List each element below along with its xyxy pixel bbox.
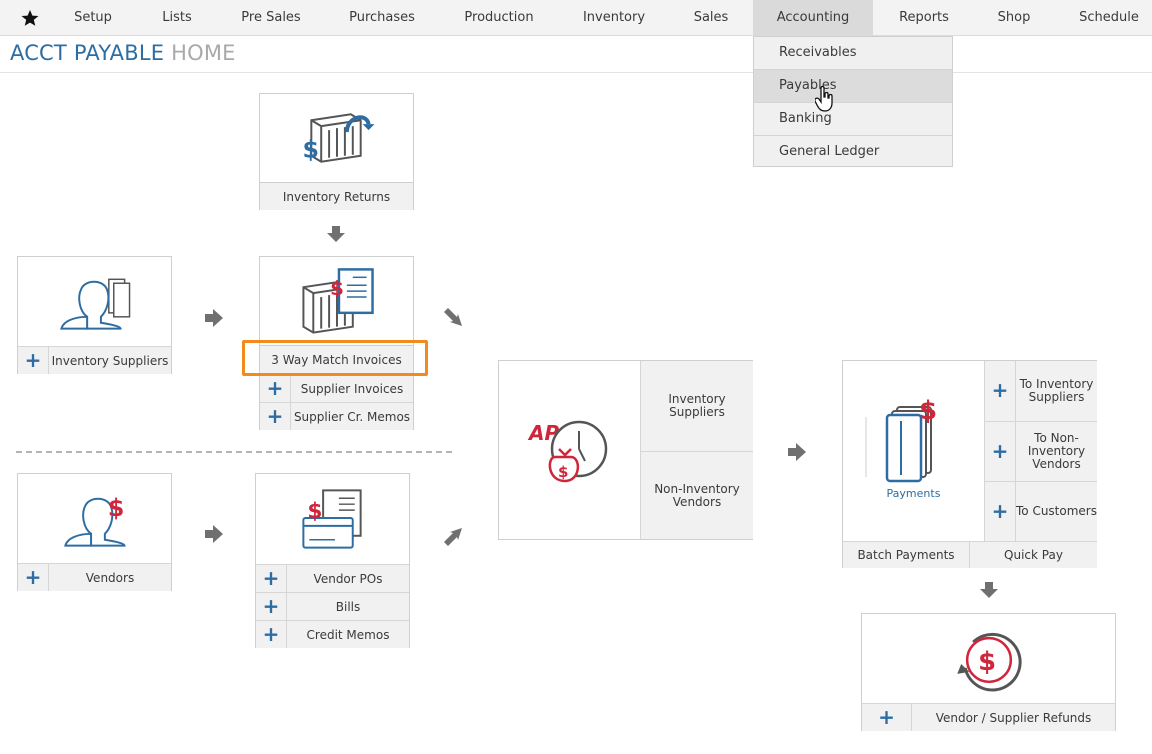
refunds-label: Vendor / Supplier Refunds bbox=[935, 711, 1092, 725]
svg-text:$: $ bbox=[330, 277, 344, 300]
quick-pay-button[interactable]: Quick Pay bbox=[970, 541, 1097, 568]
hand-cursor-icon bbox=[815, 86, 833, 112]
to-inventory-suppliers-row[interactable]: + To Inventory Suppliers bbox=[984, 361, 1097, 421]
add-payment-inventory-supplier-icon[interactable]: + bbox=[985, 361, 1016, 421]
svg-text:$: $ bbox=[302, 136, 318, 164]
ap-non-inventory-vendors-label: Non-Inventory Vendors bbox=[654, 481, 740, 509]
container-return-icon: $ bbox=[302, 113, 375, 164]
arrow-down-icon bbox=[980, 582, 998, 598]
ap-clock-moneybag-icon: AP $ bbox=[527, 420, 608, 483]
page-title-secondary: HOME bbox=[171, 41, 236, 65]
arrow-down-icon bbox=[327, 226, 345, 242]
refund-cycle-icon: $ bbox=[957, 632, 1022, 692]
supplier-invoices-row[interactable]: + Supplier Invoices bbox=[260, 374, 413, 402]
refunds-row[interactable]: + Vendor / Supplier Refunds bbox=[862, 703, 1115, 731]
inventory-suppliers-label: Inventory Suppliers bbox=[51, 354, 169, 368]
nav-schedule[interactable]: Schedule bbox=[1066, 0, 1152, 36]
add-payment-customer-icon[interactable]: + bbox=[985, 482, 1016, 541]
page-title: ACCT PAYABLE HOME bbox=[10, 41, 236, 65]
to-inventory-suppliers-label: To Inventory Suppliers bbox=[1019, 377, 1094, 404]
add-vendor-icon[interactable]: + bbox=[18, 564, 49, 591]
arrow-right-icon bbox=[205, 309, 223, 327]
nav-reports[interactable]: Reports bbox=[886, 0, 962, 36]
ap-inventory-suppliers-label: Inventory Suppliers bbox=[668, 392, 726, 419]
inventory-returns-footer[interactable]: Inventory Returns bbox=[260, 182, 413, 210]
add-supplier-invoice-icon[interactable]: + bbox=[260, 375, 291, 402]
accounting-dropdown-menu: Receivables Payables Banking General Led… bbox=[753, 36, 953, 167]
container-invoice-icon: $ bbox=[302, 268, 374, 334]
batch-payments-label: Batch Payments bbox=[857, 548, 955, 562]
supplier-person-icon bbox=[60, 278, 131, 330]
nav-lists[interactable]: Lists bbox=[143, 0, 211, 36]
vendor-pos-label: Vendor POs bbox=[313, 572, 383, 586]
credit-memos-label: Credit Memos bbox=[306, 628, 390, 642]
top-nav: Setup Lists Pre Sales Purchases Producti… bbox=[0, 0, 1152, 36]
add-supplier-cr-memo-icon[interactable]: + bbox=[260, 403, 291, 430]
add-refund-icon[interactable]: + bbox=[862, 704, 912, 731]
arrow-diagonal-up-icon bbox=[444, 528, 462, 546]
to-non-inventory-vendors-row[interactable]: + To Non-Inventory Vendors bbox=[984, 421, 1097, 481]
add-bill-icon[interactable]: + bbox=[256, 593, 287, 620]
arrow-right-icon bbox=[205, 525, 223, 543]
quick-pay-label: Quick Pay bbox=[1004, 548, 1063, 562]
payments-card[interactable]: $ Payments + To Inventory Suppliers + To… bbox=[842, 360, 1097, 568]
batch-payments-button[interactable]: Batch Payments bbox=[843, 541, 970, 568]
nav-sales[interactable]: Sales bbox=[678, 0, 744, 36]
svg-text:$: $ bbox=[978, 647, 996, 677]
to-customers-row[interactable]: + To Customers bbox=[984, 481, 1097, 541]
nav-accounting[interactable]: Accounting bbox=[753, 0, 873, 36]
page-title-primary: ACCT PAYABLE bbox=[10, 41, 165, 65]
menu-item-banking[interactable]: Banking bbox=[754, 103, 952, 136]
credit-memos-row[interactable]: + Credit Memos bbox=[256, 620, 409, 648]
inventory-returns-label: Inventory Returns bbox=[282, 190, 391, 204]
menu-item-receivables[interactable]: Receivables bbox=[754, 37, 952, 70]
menu-item-payables[interactable]: Payables bbox=[754, 70, 952, 103]
add-payment-non-inventory-vendor-icon[interactable]: + bbox=[985, 422, 1016, 481]
bills-label: Bills bbox=[335, 600, 361, 614]
vendor-documents-card[interactable]: $ + Vendor POs + Bills + Credit Memos bbox=[255, 473, 410, 648]
vendors-label: Vendors bbox=[85, 571, 135, 585]
nav-inventory[interactable]: Inventory bbox=[568, 0, 660, 36]
supplier-cr-memos-row[interactable]: + Supplier Cr. Memos bbox=[260, 402, 413, 430]
refunds-card[interactable]: $ + Vendor / Supplier Refunds bbox=[861, 613, 1116, 731]
to-customers-label: To Customers bbox=[1016, 504, 1097, 518]
supplier-invoices-label: Supplier Invoices bbox=[300, 382, 404, 396]
add-vendor-po-icon[interactable]: + bbox=[256, 565, 287, 592]
inventory-returns-card[interactable]: $ Inventory Returns bbox=[259, 93, 414, 210]
bill-check-icon: $ bbox=[302, 489, 362, 549]
nav-setup[interactable]: Setup bbox=[55, 0, 131, 36]
svg-text:$: $ bbox=[108, 494, 124, 522]
svg-text:$: $ bbox=[307, 499, 322, 524]
nav-pre-sales[interactable]: Pre Sales bbox=[225, 0, 317, 36]
add-credit-memo-icon[interactable]: + bbox=[256, 621, 287, 648]
ap-inventory-suppliers-cell[interactable]: Inventory Suppliers bbox=[640, 361, 753, 451]
highlight-box bbox=[242, 340, 428, 376]
payments-label[interactable]: Payments bbox=[843, 487, 984, 500]
accounts-payable-card[interactable]: AP $ Inventory Suppliers Non-Inventory V… bbox=[498, 360, 753, 540]
page: Setup Lists Pre Sales Purchases Producti… bbox=[0, 0, 1152, 754]
favorites-star-icon[interactable] bbox=[20, 8, 40, 28]
supplier-cr-memos-label: Supplier Cr. Memos bbox=[293, 410, 411, 424]
inventory-suppliers-row[interactable]: + Inventory Suppliers bbox=[18, 346, 171, 374]
arrow-diagonal-down-icon bbox=[444, 308, 462, 326]
menu-item-general-ledger[interactable]: General Ledger bbox=[754, 136, 952, 169]
arrow-right-icon bbox=[788, 443, 806, 461]
svg-text:$: $ bbox=[919, 396, 937, 426]
vendor-person-icon: $ bbox=[64, 494, 126, 547]
section-divider bbox=[16, 451, 452, 453]
inventory-suppliers-card[interactable]: + Inventory Suppliers bbox=[17, 256, 172, 374]
ap-non-inventory-vendors-cell[interactable]: Non-Inventory Vendors bbox=[640, 451, 753, 539]
bills-row[interactable]: + Bills bbox=[256, 592, 409, 620]
nav-shop[interactable]: Shop bbox=[983, 0, 1045, 36]
nav-production[interactable]: Production bbox=[451, 0, 547, 36]
nav-purchases[interactable]: Purchases bbox=[331, 0, 433, 36]
vendors-row[interactable]: + Vendors bbox=[18, 563, 171, 591]
title-divider bbox=[0, 72, 1152, 73]
to-non-inventory-vendors-label: To Non-Inventory Vendors bbox=[1027, 431, 1086, 471]
vendors-card[interactable]: $ + Vendors bbox=[17, 473, 172, 591]
add-inventory-supplier-icon[interactable]: + bbox=[18, 347, 49, 374]
vendor-pos-row[interactable]: + Vendor POs bbox=[256, 564, 409, 592]
svg-text:$: $ bbox=[558, 463, 568, 481]
